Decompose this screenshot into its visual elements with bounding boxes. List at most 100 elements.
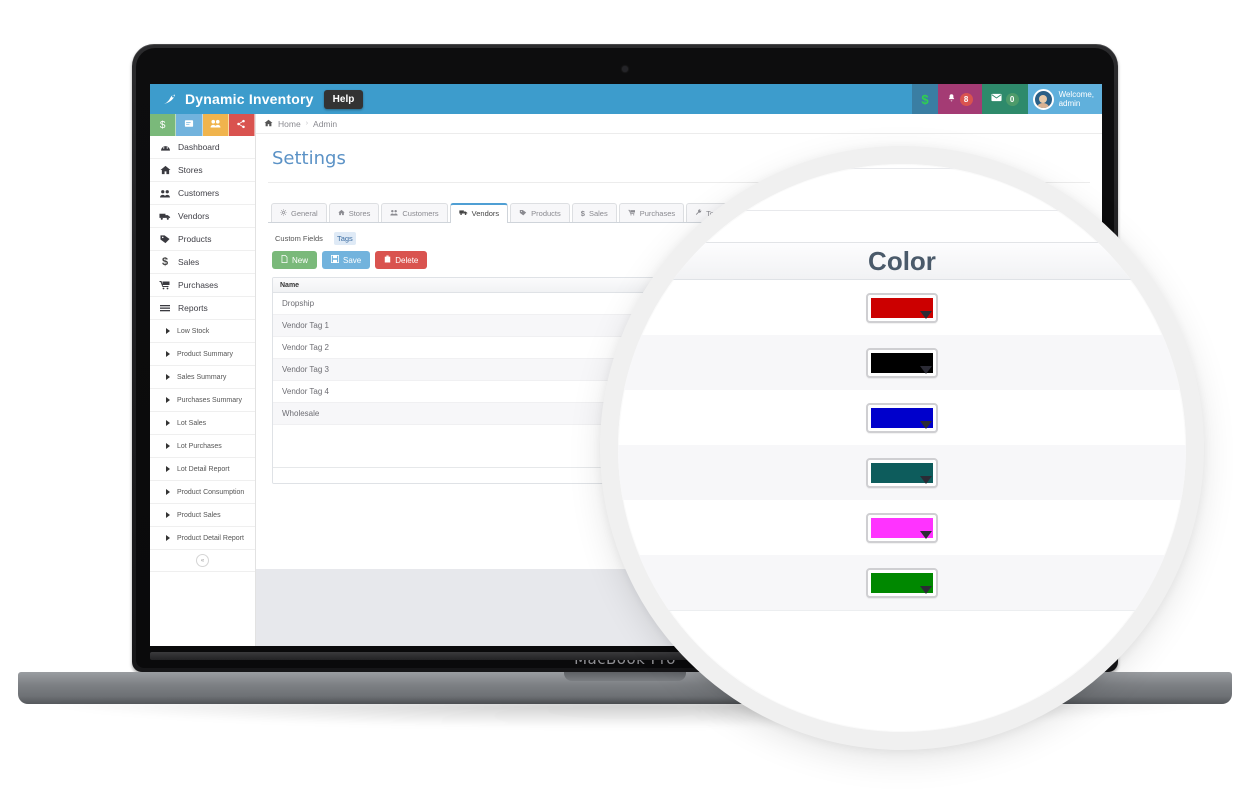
notifications-button[interactable]: 8 [937,84,982,114]
sidebar: $ Dashboard Stores Customers Vendors Pro… [150,114,256,646]
envelope-icon [991,93,1002,105]
sidebar-item-product-detail-report[interactable]: Product Detail Report [150,527,255,550]
sidebar-subitem-label: Product Summary [177,350,234,358]
color-fill [871,462,933,483]
color-swatch[interactable] [866,292,938,323]
truck-icon [458,209,468,218]
magnified-row[interactable] [618,500,1186,555]
caret-right-icon [166,420,170,426]
sidebar-item-sales-summary[interactable]: Sales Summary [150,366,255,389]
app-topbar: Dynamic Inventory Help $ 8 0 Welcome, ad… [150,84,1102,114]
sidebar-collapse-button[interactable]: « [196,554,209,567]
dollar-icon: $ [161,256,169,268]
sidebar-item-stores[interactable]: Stores [150,159,255,182]
caret-right-icon [166,512,170,518]
quick-action-reports[interactable] [176,114,203,136]
sidebar-item-purchases-summary[interactable]: Purchases Summary [150,389,255,412]
messages-button[interactable]: 0 [981,84,1028,114]
breadcrumb-home[interactable]: Home [278,119,301,129]
sidebar-item-dashboard[interactable]: Dashboard [150,136,255,159]
quick-action-sales[interactable]: $ [150,114,177,136]
magnified-row[interactable] [618,335,1186,390]
quick-action-customers[interactable] [202,114,229,136]
color-swatch[interactable] [866,567,938,598]
tab-vendors[interactable]: Vendors [449,203,509,223]
magnified-column-header[interactable]: Color [618,242,1186,280]
sidebar-item-lot-purchases[interactable]: Lot Purchases [150,435,255,458]
home-icon [264,119,273,129]
truck-icon [159,212,171,221]
sidebar-item-sales[interactable]: $ Sales [150,251,255,274]
new-button[interactable]: New [272,251,318,269]
sidebar-item-product-sales[interactable]: Product Sales [150,504,255,527]
color-swatch[interactable] [866,347,938,378]
sidebar-collapse-row: « [150,550,255,572]
color-swatch[interactable] [866,402,938,433]
sidebar-item-customers[interactable]: Customers [150,182,255,205]
sidebar-item-label: Sales [178,257,200,267]
delete-button-label: Delete [395,255,419,265]
sidebar-main-nav: Dashboard Stores Customers Vendors Produ… [150,136,255,320]
sidebar-item-label: Products [178,234,212,244]
dashboard-icon [159,143,171,152]
magnified-row[interactable] [618,390,1186,445]
messages-badge: 0 [1005,92,1019,106]
subtab-custom-fields[interactable]: Custom Fields [272,232,326,245]
brand[interactable]: Dynamic Inventory [150,90,314,109]
home-icon [337,209,345,218]
sidebar-subitem-label: Product Detail Report [177,534,244,542]
tab-label: Products [531,208,561,218]
sidebar-subitem-label: Lot Sales [177,419,207,427]
caret-right-icon [166,374,170,380]
magnified-row[interactable] [618,445,1186,500]
save-button[interactable]: Save [322,251,371,269]
sidebar-subitem-label: Lot Purchases [177,442,222,450]
people-icon [159,189,171,198]
sidebar-item-label: Vendors [178,211,210,221]
tag-icon [519,209,527,218]
caret-right-icon [166,351,170,357]
dollar-icon: $ [921,91,929,107]
sidebar-item-products[interactable]: Products [150,228,255,251]
tab-sales[interactable]: $ Sales [571,203,617,222]
sidebar-item-reports[interactable]: Reports [150,297,255,320]
currency-button[interactable]: $ [912,84,938,114]
cart-icon [159,280,171,290]
avatar [1032,88,1054,110]
sidebar-item-lot-detail-report[interactable]: Lot Detail Report [150,458,255,481]
breadcrumb-separator: › [305,120,309,127]
brand-title: Dynamic Inventory [185,91,314,107]
delete-button[interactable]: Delete [375,251,428,269]
sidebar-item-label: Stores [178,165,203,175]
camera-icon [622,66,628,72]
tab-general[interactable]: General [271,203,327,222]
sidebar-item-lot-sales[interactable]: Lot Sales [150,412,255,435]
sidebar-item-product-summary[interactable]: Product Summary [150,343,255,366]
color-fill [871,517,933,538]
breadcrumb-admin[interactable]: Admin [313,119,337,129]
floppy-icon [331,255,340,265]
tab-customers[interactable]: Customers [381,203,448,222]
sidebar-item-purchases[interactable]: Purchases [150,274,255,297]
help-button[interactable]: Help [323,89,364,109]
color-swatch[interactable] [866,457,938,488]
magnified-row[interactable] [618,280,1186,335]
trash-icon [384,255,391,265]
sidebar-item-low-stock[interactable]: Low Stock [150,320,255,343]
tab-label: Sales [588,208,608,218]
color-swatch[interactable] [866,512,938,543]
sidebar-item-product-consumption[interactable]: Product Consumption [150,481,255,504]
tab-stores[interactable]: Stores [328,203,380,222]
user-menu[interactable]: Welcome, admin [1027,84,1102,114]
gear-icon [280,208,287,218]
quick-action-settings[interactable] [228,114,255,136]
subtab-tags[interactable]: Tags [333,232,356,245]
sidebar-subitem-label: Product Consumption [177,488,245,496]
sidebar-item-vendors[interactable]: Vendors [150,205,255,228]
magnified-row[interactable] [618,555,1186,610]
color-fill [871,352,933,373]
tab-products[interactable]: Products [510,203,570,222]
logo-icon [160,90,179,109]
quick-actions: $ [150,114,255,136]
tab-label: Vendors [471,209,500,218]
